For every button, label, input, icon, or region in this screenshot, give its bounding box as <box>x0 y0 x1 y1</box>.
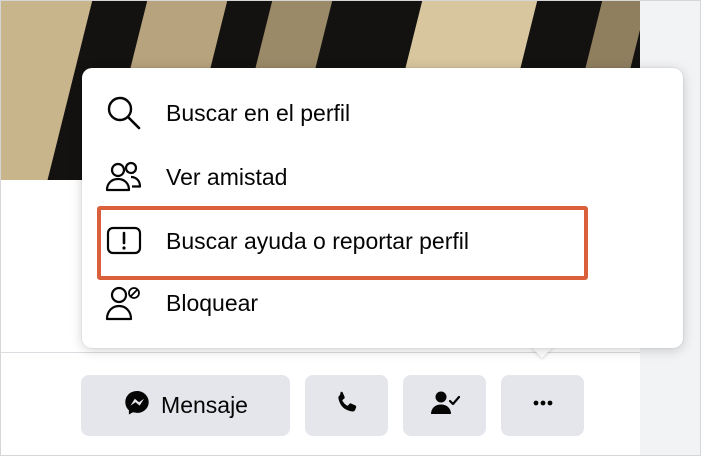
profile-options-menu: Buscar en el perfil Ver amistad Buscar a… <box>82 68 683 348</box>
menu-item-label: Bloquear <box>166 289 259 316</box>
menu-item-block[interactable]: Bloquear <box>104 279 258 327</box>
friends-status-button[interactable] <box>403 375 486 436</box>
search-icon <box>104 93 144 133</box>
friend-check-icon <box>429 389 461 422</box>
more-options-button[interactable] <box>501 375 584 436</box>
message-button[interactable]: Mensaje <box>81 375 290 436</box>
block-user-icon <box>104 283 144 323</box>
phone-icon <box>333 389 361 422</box>
menu-item-search-profile[interactable]: Buscar en el perfil <box>104 89 350 137</box>
menu-item-label: Buscar ayuda o reportar perfil <box>166 227 469 254</box>
call-button[interactable] <box>305 375 388 436</box>
report-icon <box>104 221 144 261</box>
menu-item-report-profile[interactable]: Buscar ayuda o reportar perfil <box>104 217 469 265</box>
message-button-label: Mensaje <box>161 392 248 418</box>
menu-item-view-friendship[interactable]: Ver amistad <box>104 153 287 201</box>
friends-icon <box>104 157 144 197</box>
menu-item-label: Ver amistad <box>166 163 288 190</box>
menu-item-label: Buscar en el perfil <box>166 99 351 126</box>
messenger-icon <box>123 389 151 422</box>
more-horizontal-icon <box>529 389 557 422</box>
